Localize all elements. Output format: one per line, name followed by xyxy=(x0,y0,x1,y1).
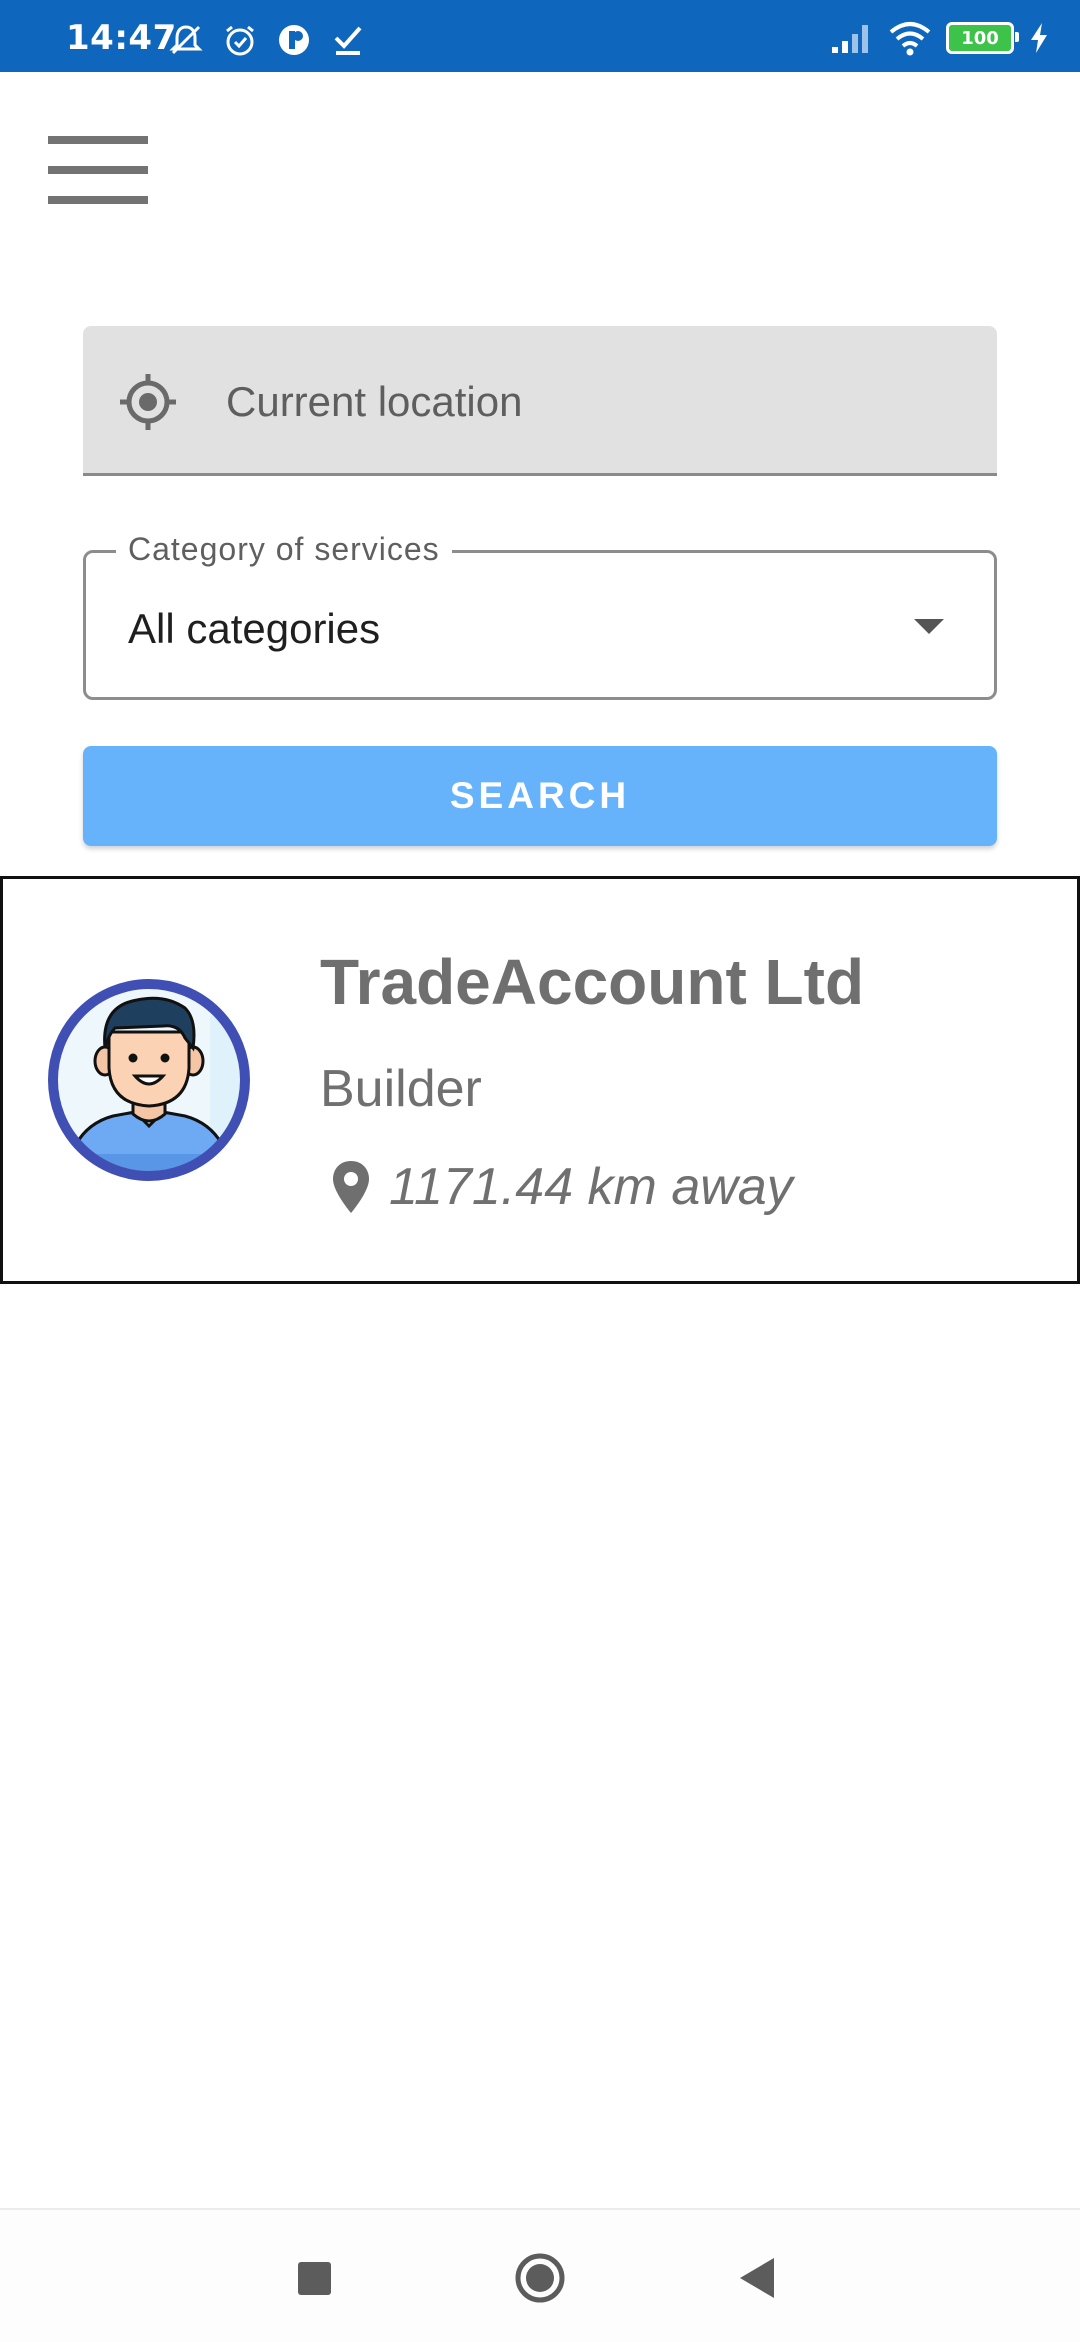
category-value: All categories xyxy=(128,605,381,652)
search-button[interactable]: SEARCH xyxy=(83,746,997,846)
battery-level: 100 xyxy=(961,27,999,49)
hamburger-menu-icon[interactable] xyxy=(48,136,150,208)
map-pin-icon xyxy=(333,1161,369,1213)
category-label: Category of services xyxy=(116,531,452,568)
charging-icon xyxy=(1031,23,1047,53)
mute-icon xyxy=(169,25,203,55)
result-card[interactable]: TradeAccount Ltd Builder 1171.44 km away xyxy=(0,876,1080,1284)
distance-row: 1171.44 km away xyxy=(331,1157,793,1217)
system-nav-bar xyxy=(0,2208,1080,2342)
signal-icon xyxy=(832,25,868,53)
business-category: Builder xyxy=(320,1060,482,1118)
wifi-icon xyxy=(889,22,931,56)
status-icons-left xyxy=(168,22,366,58)
app-icon xyxy=(279,25,309,55)
alarm-icon xyxy=(226,25,254,56)
my-location-icon[interactable] xyxy=(118,372,178,432)
recents-icon[interactable] xyxy=(298,2262,331,2295)
battery-icon: 100 xyxy=(946,22,1019,54)
status-icons-right: 100 xyxy=(830,20,1050,56)
dropdown-arrow-icon[interactable] xyxy=(914,619,944,634)
back-icon[interactable] xyxy=(740,2258,774,2298)
location-placeholder: Current location xyxy=(226,378,523,425)
status-time: 14:47 xyxy=(66,18,177,58)
check-icon xyxy=(334,26,362,55)
home-icon[interactable] xyxy=(514,2252,566,2304)
avatar xyxy=(48,979,250,1181)
current-location-field[interactable]: Current location xyxy=(83,326,997,476)
category-select[interactable]: Category of services All categories xyxy=(83,531,997,700)
status-bar: 14:47 100 xyxy=(0,0,1080,72)
business-name: TradeAccount Ltd xyxy=(320,946,865,1018)
distance-text: 1171.44 km away xyxy=(389,1158,793,1216)
